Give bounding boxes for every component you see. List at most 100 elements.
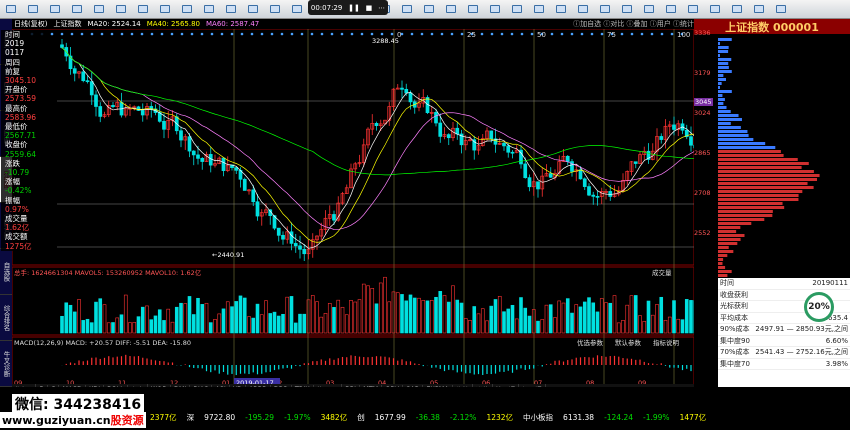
chip-bar <box>718 250 734 253</box>
kline-chart-area[interactable]: 0 25 50 75 1003288.45←2440.91总手: 1624661304 … <box>12 29 694 386</box>
chip-bar <box>718 162 809 165</box>
volume-bar <box>349 300 353 334</box>
volume-bar <box>157 309 162 334</box>
toolbar-button-2[interactable] <box>44 0 66 18</box>
top-marker-dot <box>390 32 394 36</box>
toolbar-icon <box>116 4 126 13</box>
candle-body <box>374 123 379 126</box>
toolbar-button-7[interactable] <box>154 0 176 18</box>
top-marker-dot <box>650 32 654 36</box>
top-marker-dot <box>550 32 554 36</box>
candle-body <box>162 120 166 130</box>
ticker-item: 1677.99 <box>374 413 406 422</box>
info-open-label: 开盘价 <box>5 85 28 95</box>
j90-value: 6.60% <box>825 336 848 345</box>
info-year: 2019 <box>5 39 25 49</box>
toolbar-button-25[interactable] <box>550 0 572 18</box>
toolbar-button-18[interactable] <box>396 0 418 18</box>
toolbar-button-1[interactable] <box>22 0 44 18</box>
candle-body <box>582 178 587 187</box>
toolbar-button-19[interactable] <box>418 0 440 18</box>
volume-bar <box>81 320 86 334</box>
info-chg-label: 涨跌 <box>5 158 20 168</box>
ticker-item: 1477亿 <box>679 413 707 422</box>
stop-icon[interactable]: ■ <box>366 4 373 12</box>
volume-bar <box>429 300 434 334</box>
toolbar-button-29[interactable] <box>638 0 660 18</box>
top-marker-dot <box>500 32 504 36</box>
chip-bar <box>718 266 726 269</box>
sidebar-tab-7[interactable]: 牛叉诊断 <box>0 341 12 387</box>
screen-recorder[interactable]: 00:07:29 ❚❚ ■ ⋯ <box>308 0 388 15</box>
toolbar-button-13[interactable] <box>286 0 308 18</box>
candle-body <box>510 151 515 154</box>
toolbar-button-11[interactable] <box>242 0 264 18</box>
volume-bar <box>85 318 90 334</box>
toolbar-button-35[interactable] <box>770 0 792 18</box>
info-close-label: 收盘价 <box>5 140 28 150</box>
top-marker-dot <box>190 32 194 36</box>
chip-bar <box>718 206 785 209</box>
candles <box>60 39 694 261</box>
chip-bar <box>718 142 766 145</box>
toolbar-button-9[interactable] <box>198 0 220 18</box>
sidebar-tab-6[interactable]: 综合排名 <box>0 295 12 341</box>
volume-bar <box>319 316 324 334</box>
chart-menu[interactable]: ⓘ加自选 ⓘ对比 ⓘ叠加 ⓘ用户 ⓘ统计 <box>573 19 694 29</box>
volume-bar <box>72 311 77 334</box>
volume-bar <box>361 283 366 334</box>
top-marker-dot <box>280 32 284 36</box>
macd-header: MACD(12,26,9) MACD: +20.57 DIFF: -5.51 D… <box>14 339 191 347</box>
toolbar-button-23[interactable] <box>506 0 528 18</box>
toolbar-button-6[interactable] <box>132 0 154 18</box>
toolbar-button-3[interactable] <box>66 0 88 18</box>
volume-bar <box>489 305 494 334</box>
toolbar-button-10[interactable] <box>220 0 242 18</box>
volume-bar <box>574 304 579 334</box>
volume-bar <box>519 297 523 334</box>
period-label[interactable]: 日线(复权) <box>14 19 47 29</box>
toolbar-button-21[interactable] <box>462 0 484 18</box>
candle-body <box>587 186 591 196</box>
top-marker-dot <box>340 32 344 36</box>
toolbar-button-27[interactable] <box>594 0 616 18</box>
candle-body <box>489 130 494 140</box>
candle-body <box>200 158 205 162</box>
toolbar-button-26[interactable] <box>572 0 594 18</box>
toolbar-button-12[interactable] <box>264 0 286 18</box>
sidebar-tab-5[interactable]: 自选股 <box>0 249 12 295</box>
chip-bar <box>718 274 728 277</box>
toolbar-button-4[interactable] <box>88 0 110 18</box>
row-j70: 集中度70 3.98% <box>718 359 850 370</box>
toolbar-button-24[interactable] <box>528 0 550 18</box>
candle-body <box>72 68 77 74</box>
toolbar-button-34[interactable] <box>748 0 770 18</box>
volume-bar <box>289 296 294 334</box>
volume-bar <box>293 322 298 334</box>
toolbar-button-8[interactable] <box>176 0 198 18</box>
pause-icon[interactable]: ❚❚ <box>348 4 360 12</box>
top-marker-dot <box>410 32 414 36</box>
volume-header: 总手: 1624661304 MAVOL5: 153260952 MAVOL10… <box>14 268 202 277</box>
toolbar-button-20[interactable] <box>440 0 462 18</box>
top-marker-dot <box>160 32 164 36</box>
chip-bar <box>718 138 754 141</box>
volume-bar <box>247 316 251 334</box>
toolbar-button-28[interactable] <box>616 0 638 18</box>
toolbar-button-32[interactable] <box>704 0 726 18</box>
chip-bar <box>718 226 741 229</box>
top-marker-dot <box>130 32 134 36</box>
volume-bar <box>302 313 307 334</box>
toolbar-button-31[interactable] <box>682 0 704 18</box>
menu-icon[interactable]: ⋯ <box>378 4 385 12</box>
c90-value: 2497.91 — 2850.93元,之间 <box>755 325 848 334</box>
toolbar-button-33[interactable] <box>726 0 748 18</box>
toolbar-button-22[interactable] <box>484 0 506 18</box>
candle-body <box>332 214 336 221</box>
site-watermark: www.guziyuan.cn股资源 <box>0 412 146 428</box>
toolbar-icon <box>402 4 412 13</box>
toolbar-button-5[interactable] <box>110 0 132 18</box>
info-pct-label: 涨幅 <box>5 177 20 187</box>
toolbar-button-0[interactable] <box>0 0 22 18</box>
toolbar-button-30[interactable] <box>660 0 682 18</box>
